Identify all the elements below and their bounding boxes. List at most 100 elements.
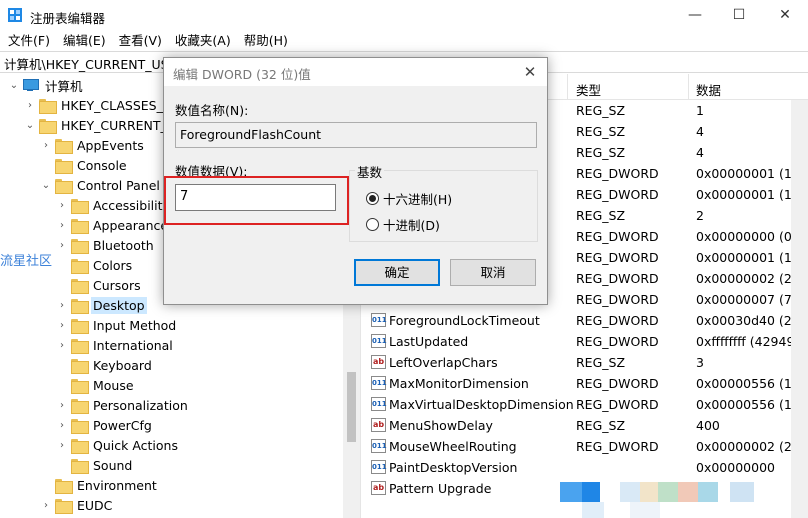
folder-icon [55,158,73,174]
title-bar: 注册表编辑器 — ☐ ✕ [0,0,808,31]
folder-icon [71,318,89,334]
value-type: REG_DWORD [576,229,659,244]
radio-hex-button[interactable] [366,192,379,205]
tree-item[interactable]: › Bluetooth [56,235,156,255]
tree-item[interactable]: › HKEY_CLASSES_RC [24,95,182,115]
value-data: 4 [696,145,704,160]
tree-item[interactable]: Environment [40,475,159,495]
chevron-right-icon[interactable]: › [56,395,68,415]
chevron-right-icon[interactable]: › [56,335,68,355]
tree-item-label: Desktop [91,296,147,314]
column-separator[interactable] [688,74,689,100]
column-header-data[interactable]: 数据 [696,80,721,99]
menu-favorites[interactable]: 收藏夹(A) [170,31,236,51]
value-row[interactable]: 011 MouseWheelRouting REG_DWORD 0x00000002 … [366,436,808,457]
chevron-right-icon[interactable]: › [40,495,52,515]
tree-item-label: Sound [93,457,133,473]
radio-decimal-button[interactable] [366,218,379,231]
tree-item[interactable]: › Input Method [56,315,178,335]
tree-item[interactable]: › Quick Actions [56,435,180,455]
tree-item[interactable]: › Desktop [56,295,147,315]
value-row[interactable]: ab LeftOverlapChars REG_SZ 3 [366,352,808,373]
tree-item-computer[interactable]: ⌄ 计算机 [8,75,85,95]
chevron-right-icon[interactable]: › [40,135,52,155]
maximize-button[interactable]: ☐ [716,0,762,31]
tree-item-label: Quick Actions [93,437,178,453]
chevron-right-icon[interactable]: › [56,435,68,455]
tree-item[interactable]: Sound [56,455,134,475]
tree-item[interactable]: Mouse [56,375,136,395]
list-scrollbar[interactable] [791,100,808,518]
value-row[interactable]: 011 PaintDesktopVersion 0x00000000 [366,457,808,478]
watermark-text: 流星社区 [0,254,53,269]
chevron-down-icon[interactable]: ⌄ [40,175,52,195]
tree-item[interactable]: › PowerCfg [56,415,154,435]
folder-icon [55,178,73,194]
value-name: Pattern Upgrade [389,481,492,496]
tree-item-label: Bluetooth [93,237,154,253]
value-type: REG_DWORD [576,292,659,307]
chevron-right-icon[interactable]: › [56,195,68,215]
value-row[interactable]: 011 LastUpdated REG_DWORD 0xffffffff (42949… [366,331,808,352]
chevron-down-icon[interactable]: ⌄ [24,115,36,135]
tree-item[interactable]: › Appearance [56,215,170,235]
value-data: 0xffffffff (429496 [696,334,803,349]
edit-dword-dialog: 编辑 DWORD (32 位)值 ✕ 数值名称(N): ForegroundFl… [163,57,548,305]
tree-item[interactable]: › AppEvents [40,135,146,155]
tree-item[interactable]: Cursors [56,275,143,295]
folder-icon [39,98,57,114]
chevron-right-icon[interactable]: › [56,415,68,435]
tree-item-label: Accessibility [93,197,170,213]
tree-item[interactable]: Colors [56,255,134,275]
value-row[interactable]: 011 MaxMonitorDimension REG_DWORD 0x0000055… [366,373,808,394]
highlight-box [164,176,349,225]
tree-item[interactable]: Console [40,155,129,175]
tree-item-label: Console [77,157,127,173]
tree-item[interactable]: Keyboard [56,355,154,375]
dialog-close-icon[interactable]: ✕ [517,60,543,84]
folder-icon [55,478,73,494]
address-path[interactable]: 计算机\HKEY_CURRENT_USE [4,54,176,73]
cancel-button[interactable]: 取消 [450,259,536,286]
tree-scroll-thumb[interactable] [347,372,356,442]
menu-edit[interactable]: 编辑(E) [58,31,111,51]
chevron-down-icon[interactable]: ⌄ [8,75,20,95]
chevron-right-icon[interactable]: › [56,315,68,335]
value-data: 2 [696,208,704,223]
tree-item-label: Personalization [93,397,188,413]
tree-item[interactable]: › Accessibility [56,195,172,215]
folder-icon [71,198,89,214]
folder-icon [71,358,89,374]
tree-item-label: 计算机 [45,78,83,94]
tree-item[interactable]: › EUDC [40,495,114,515]
radio-hex[interactable]: 十六进制(H) [366,189,452,208]
tree-item[interactable]: ⌄ HKEY_CURRENT_U [24,115,178,135]
folder-icon [71,278,89,294]
column-header-type[interactable]: 类型 [576,80,601,99]
minimize-button[interactable]: — [672,0,718,31]
value-data: 3 [696,355,704,370]
value-row[interactable]: ab MenuShowDelay REG_SZ 400 [366,415,808,436]
menu-help[interactable]: 帮助(H) [239,31,293,51]
value-row[interactable]: 011 MaxVirtualDesktopDimension REG_DWORD 0x… [366,394,808,415]
close-button[interactable]: ✕ [762,0,808,31]
chevron-right-icon[interactable]: › [24,95,36,115]
radio-decimal[interactable]: 十进制(D) [366,215,440,234]
value-row[interactable]: 011 ForegroundLockTimeout REG_DWORD 0x00030… [366,310,808,331]
tree-item[interactable]: › International [56,335,175,355]
folder-icon [71,298,89,314]
tree-item[interactable]: ⌄ Control Panel [40,175,162,195]
menu-file[interactable]: 文件(F) [3,31,55,51]
ok-button[interactable]: 确定 [354,259,440,286]
value-type: REG_SZ [576,418,626,433]
chevron-right-icon[interactable]: › [56,215,68,235]
tree-item[interactable]: › Personalization [56,395,190,415]
column-separator[interactable] [567,74,568,100]
chevron-right-icon[interactable]: › [56,235,68,255]
menu-view[interactable]: 查看(V) [114,31,167,51]
folder-icon [71,378,89,394]
chevron-right-icon[interactable]: › [56,295,68,315]
value-type: REG_DWORD [576,334,659,349]
tree-item-label: Cursors [93,277,141,293]
